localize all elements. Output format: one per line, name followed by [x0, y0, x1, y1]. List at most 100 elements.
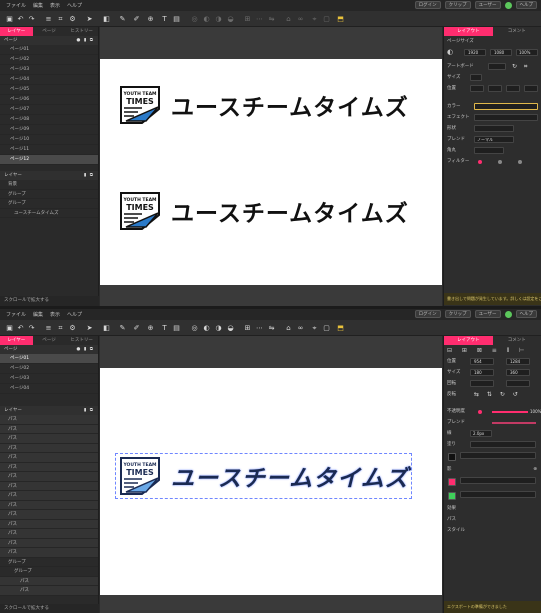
page-item[interactable]: ページ03 [0, 374, 98, 384]
flip-icon[interactable]: ⇋ [267, 15, 276, 23]
page-item[interactable]: ページ01 [0, 45, 98, 55]
select-tool-icon[interactable]: ➤ [85, 15, 94, 23]
clip-pill[interactable]: クリップ [444, 1, 471, 9]
layer-item[interactable]: パス [0, 453, 98, 463]
layer-item[interactable]: パス [0, 481, 98, 491]
undo-icon[interactable]: ↶ [16, 324, 25, 332]
radio-off-icon[interactable] [498, 160, 502, 164]
undo-icon[interactable]: ↶ [16, 15, 25, 23]
add-layer-icon[interactable]: ▮ ⧉ [84, 406, 94, 415]
shape-tool-icon[interactable]: ◧ [102, 15, 111, 23]
tab-pages[interactable]: ページ [33, 336, 66, 345]
menu-help[interactable]: ヘルプ [67, 2, 82, 9]
frame-icon[interactable]: ▢ [322, 15, 331, 23]
align-icon[interactable]: ≡ [44, 15, 53, 23]
flip-icon[interactable]: ⇋ [267, 324, 276, 332]
pos-field-2[interactable] [488, 85, 502, 92]
layer-item[interactable]: パス [0, 586, 98, 596]
page-item[interactable]: ページ07 [0, 105, 98, 115]
save-icon[interactable]: ▣ [5, 324, 14, 332]
redo-icon[interactable]: ↷ [27, 15, 36, 23]
tab-history[interactable]: ヒストリー [65, 336, 98, 345]
add-page-icon[interactable]: ● ▮ ⧉ [77, 345, 94, 354]
layer-item[interactable]: グループ [0, 189, 98, 199]
lock-icon[interactable]: ⌂ [284, 324, 293, 332]
brush-tool-icon[interactable]: ✐ [132, 324, 141, 332]
layer-item[interactable]: パス [0, 538, 98, 548]
tab-layout[interactable]: レイアウト [444, 27, 493, 36]
arrange-icon[interactable]: ⊞ [243, 15, 252, 23]
layer-item[interactable]: パス [0, 519, 98, 529]
settings-icon[interactable]: ⚙ [68, 324, 77, 332]
layer-group[interactable]: グループ [0, 557, 98, 567]
bool-union-icon[interactable]: ◎ [190, 324, 199, 332]
text-tool-icon[interactable]: T [160, 324, 169, 332]
layer-item[interactable]: パス [0, 443, 98, 453]
bool-intersect-icon[interactable]: ◑ [214, 15, 223, 23]
export-icon[interactable]: ⬒ [336, 324, 345, 332]
layer-item[interactable]: パス [0, 434, 98, 444]
menu-help[interactable]: ヘルプ [67, 311, 82, 318]
layer-item[interactable]: パス [0, 491, 98, 501]
page-item[interactable]: ページ04 [0, 75, 98, 85]
rotate-field[interactable] [470, 380, 494, 387]
frame-icon[interactable]: ▢ [322, 324, 331, 332]
swatch-field-3[interactable] [460, 491, 536, 498]
swatch-black[interactable] [448, 453, 456, 461]
zoom-tool-icon[interactable]: ⊕ [146, 324, 155, 332]
artboard[interactable]: YOUTH TEAM TIMES ユースチームタイムズ [100, 368, 442, 595]
shadow-add-icon[interactable]: ⊕ [533, 464, 537, 475]
swatch-green[interactable] [448, 492, 456, 500]
page-item[interactable]: ページ02 [0, 55, 98, 65]
layer-item[interactable]: グループ [0, 199, 98, 209]
page-item[interactable]: ページ02 [0, 364, 98, 374]
redo-icon[interactable]: ↷ [27, 324, 36, 332]
page-item[interactable]: ページ10 [0, 135, 98, 145]
tab-layout[interactable]: レイアウト [444, 336, 493, 345]
layer-item[interactable]: パス [0, 472, 98, 482]
user-name[interactable]: ユーザー [474, 1, 501, 9]
link-icon[interactable]: ∞ [296, 324, 305, 332]
shape-field[interactable] [474, 125, 514, 132]
logo-group-1[interactable]: YOUTH TEAM TIMES ユースチームタイムズ [118, 85, 409, 125]
arrange-icon[interactable]: ⊞ [243, 324, 252, 332]
layer-item[interactable]: ユースチームタイムズ [0, 208, 98, 218]
swatch-field-1[interactable] [460, 452, 536, 459]
add-layer-icon[interactable]: ▮ ⧉ [84, 171, 94, 180]
page-item[interactable]: ページ06 [0, 95, 98, 105]
export-icon[interactable]: ⬒ [336, 15, 345, 23]
shape-tool-icon[interactable]: ◧ [102, 324, 111, 332]
layer-item[interactable]: パス [0, 548, 98, 558]
layer-item[interactable]: パス [0, 510, 98, 520]
color-field[interactable] [474, 103, 538, 110]
tab-comments[interactable]: コメント [493, 27, 541, 36]
tab-comments[interactable]: コメント [493, 336, 541, 345]
lock-icon[interactable]: ⌂ [284, 15, 293, 23]
tab-history[interactable]: ヒストリー [65, 27, 98, 36]
lock-ratio-icon[interactable]: ⌗ [524, 61, 527, 72]
page-item[interactable]: ページ09 [0, 125, 98, 135]
login-pill[interactable]: ログイン [414, 310, 441, 318]
artboard[interactable]: YOUTH TEAM TIMES ユースチームタイムズ YOUTH TEAM T… [100, 59, 442, 285]
layer-item[interactable]: パス [0, 576, 98, 586]
save-icon[interactable]: ▣ [5, 15, 14, 23]
crop-icon[interactable]: ⌖ [310, 15, 319, 23]
corner-field[interactable] [474, 147, 504, 154]
grid-icon[interactable]: ⌗ [56, 15, 65, 23]
distribute-icon[interactable]: ⋯ [255, 324, 264, 332]
image-tool-icon[interactable]: ▤ [172, 324, 181, 332]
page-item[interactable]: ページ11 [0, 145, 98, 155]
menu-file[interactable]: ファイル [6, 311, 26, 318]
page-item[interactable]: ページ03 [0, 65, 98, 75]
size-field[interactable] [470, 74, 482, 81]
crop-icon[interactable]: ⌖ [310, 324, 319, 332]
bool-exclude-icon[interactable]: ◒ [226, 15, 235, 23]
link-icon[interactable]: ∞ [296, 15, 305, 23]
bool-subtract-icon[interactable]: ◐ [202, 15, 211, 23]
refresh-icon[interactable]: ↻ [512, 61, 517, 72]
tab-pages[interactable]: ページ [33, 27, 66, 36]
menu-edit[interactable]: 編集 [33, 311, 43, 318]
settings-icon[interactable]: ⚙ [68, 15, 77, 23]
align-icons[interactable]: ⊟ ⊞ ⊠ ≡ ⫴ ⊢ [447, 347, 528, 354]
help-pill[interactable]: ヘルプ [515, 310, 537, 318]
